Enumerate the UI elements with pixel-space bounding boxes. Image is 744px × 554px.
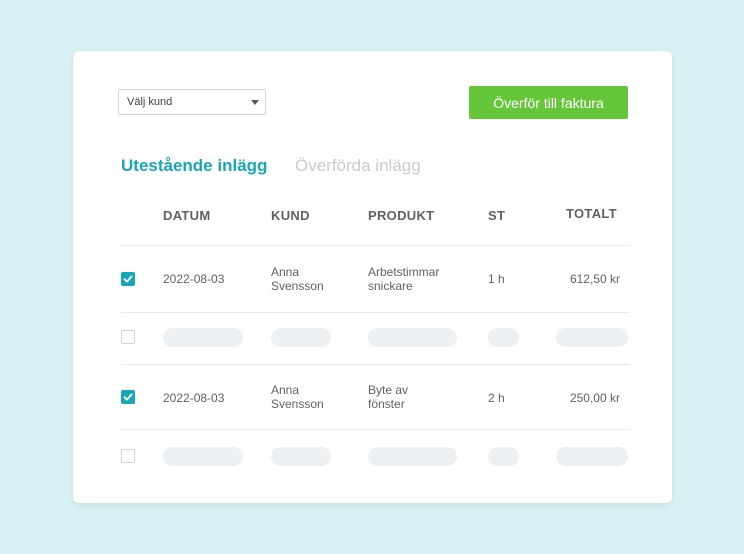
row-product-line2: snickare <box>368 279 413 293</box>
column-header-customer: KUND <box>271 208 310 223</box>
divider <box>121 312 630 313</box>
row-checkbox-checked[interactable] <box>121 272 135 286</box>
placeholder-cell <box>556 447 628 466</box>
row-customer: Anna Svensson <box>271 265 324 293</box>
tab-outstanding-entries[interactable]: Utestående inlägg <box>121 156 267 176</box>
transfer-to-invoice-button[interactable]: Överför till faktura <box>469 86 628 119</box>
placeholder-cell <box>368 328 457 347</box>
placeholder-cell <box>488 328 519 347</box>
row-customer-last: Svensson <box>271 279 324 293</box>
column-header-qty: ST <box>488 208 506 223</box>
divider <box>121 364 630 365</box>
row-total: 250,00 kr <box>569 391 620 405</box>
row-date: 2022-08-03 <box>163 272 225 286</box>
placeholder-cell <box>488 447 519 466</box>
row-checkbox-unchecked[interactable] <box>121 330 135 344</box>
customer-select[interactable]: Välj kund <box>118 89 266 115</box>
placeholder-cell <box>271 328 331 347</box>
row-customer-first: Anna <box>271 265 300 279</box>
check-icon <box>123 275 133 283</box>
row-customer: Anna Svensson <box>271 383 324 411</box>
column-header-date: DATUM <box>163 208 211 223</box>
divider <box>121 429 630 430</box>
placeholder-cell <box>163 447 243 466</box>
placeholder-cell <box>271 447 331 466</box>
column-header-total: TOTALT <box>566 206 617 221</box>
row-product: Arbetstimmar snickare <box>368 265 439 293</box>
customer-select-label: Välj kund <box>127 96 173 108</box>
row-date: 2022-08-03 <box>163 391 225 405</box>
row-qty: 1 h <box>488 272 505 286</box>
row-product: Byte av fönster <box>368 383 408 411</box>
row-checkbox-checked[interactable] <box>121 390 135 404</box>
placeholder-cell <box>368 447 457 466</box>
row-checkbox-unchecked[interactable] <box>121 449 135 463</box>
placeholder-cell <box>163 328 243 347</box>
invoice-card: Välj kund Överför till faktura Uteståend… <box>73 51 672 503</box>
row-product-line1: Arbetstimmar <box>368 265 440 279</box>
row-customer-first: Anna <box>271 383 300 397</box>
row-qty: 2 h <box>488 391 505 405</box>
check-icon <box>123 393 133 401</box>
row-product-line1: Byte av <box>368 383 409 397</box>
row-product-line2: fönster <box>368 397 405 411</box>
row-total: 612,50 kr <box>569 272 620 286</box>
divider <box>121 245 630 246</box>
row-customer-last: Svensson <box>271 397 324 411</box>
tab-transferred-entries[interactable]: Överförda inlägg <box>295 156 421 176</box>
chevron-down-icon <box>251 100 259 105</box>
placeholder-cell <box>556 328 628 347</box>
column-header-product: PRODUKT <box>368 208 435 223</box>
